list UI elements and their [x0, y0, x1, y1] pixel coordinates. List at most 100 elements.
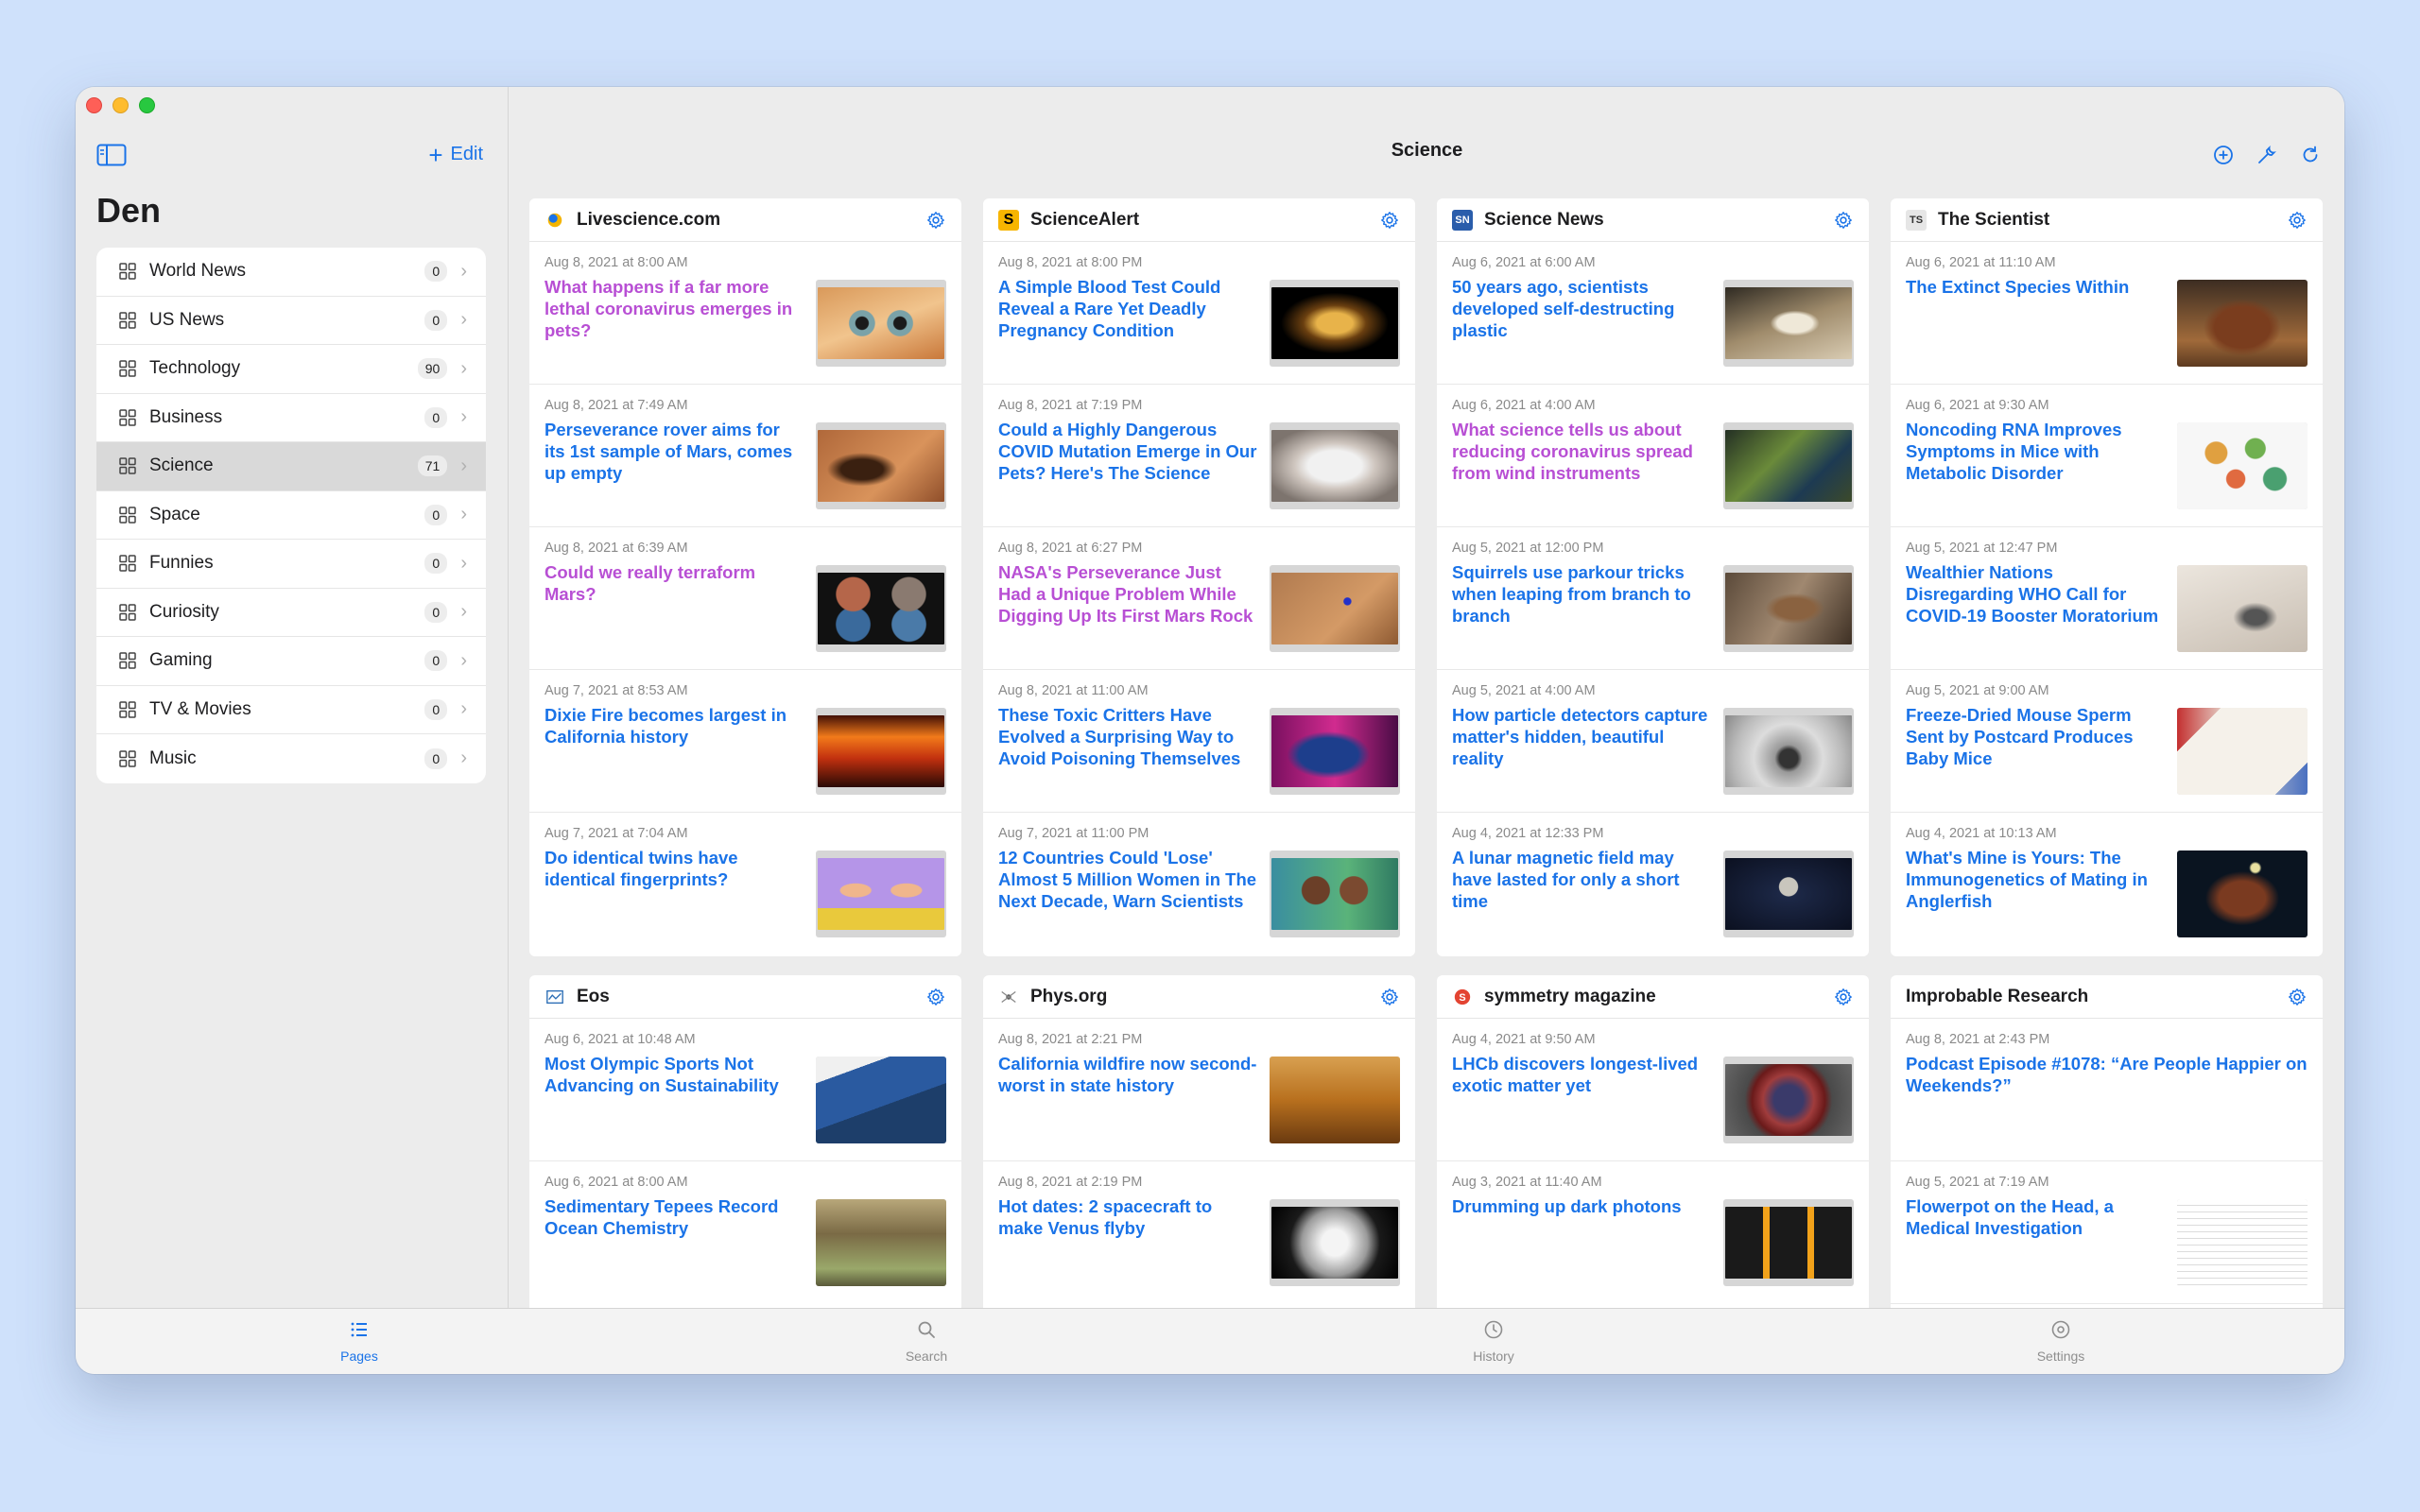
- gear-icon[interactable]: [2287, 210, 2308, 231]
- article-item[interactable]: Aug 6, 2021 at 11:10 AM The Extinct Speci…: [1891, 242, 2323, 385]
- unread-count-badge: 0: [424, 309, 448, 331]
- article-headline[interactable]: A lunar magnetic field may have lasted f…: [1452, 847, 1712, 912]
- article-item[interactable]: Aug 5, 2021 at 7:19 AM Flowerpot on the H…: [1891, 1161, 2323, 1304]
- sidebar-item-us-news[interactable]: US News 0 ›: [96, 297, 486, 345]
- article-item[interactable]: Aug 4, 2021 at 9:50 AM LHCb discovers lon…: [1437, 1019, 1869, 1161]
- gear-icon[interactable]: [1379, 210, 1400, 231]
- article-headline[interactable]: Podcast Episode #1078: “Are People Happi…: [1906, 1053, 2308, 1096]
- article-item[interactable]: Aug 8, 2021 at 2:43 PM Podcast Episode #1…: [1891, 1019, 2323, 1161]
- article-headline[interactable]: What's Mine is Yours: The Immunogenetics…: [1906, 847, 2166, 912]
- sidebar-item-label: Business: [149, 406, 223, 427]
- gear-icon[interactable]: [925, 210, 946, 231]
- gear-icon[interactable]: [1833, 210, 1854, 231]
- gear-icon[interactable]: [2287, 987, 2308, 1007]
- gear-icon[interactable]: [1379, 987, 1400, 1007]
- article-item[interactable]: Aug 8, 2021 at 11:00 AM These Toxic Critt…: [983, 670, 1415, 813]
- sidebar-item-science[interactable]: Science 71 ›: [96, 442, 486, 491]
- article-headline[interactable]: Wealthier Nations Disregarding WHO Call …: [1906, 561, 2166, 627]
- sidebar-item-tv-movies[interactable]: TV & Movies 0 ›: [96, 686, 486, 734]
- article-headline[interactable]: What happens if a far more lethal corona…: [544, 276, 804, 341]
- article-headline[interactable]: How particle detectors capture matter's …: [1452, 704, 1712, 769]
- article-item[interactable]: Aug 3, 2021 at 11:40 AM Drumming up dark …: [1437, 1161, 1869, 1304]
- article-headline[interactable]: Could we really terraform Mars?: [544, 561, 804, 605]
- sidebar-item-funnies[interactable]: Funnies 0 ›: [96, 540, 486, 589]
- article-date: Aug 6, 2021 at 4:00 AM: [1452, 398, 1596, 413]
- article-headline[interactable]: What science tells us about reducing cor…: [1452, 419, 1712, 484]
- refresh-icon[interactable]: [2299, 144, 2322, 166]
- article-headline[interactable]: Noncoding RNA Improves Symptoms in Mice …: [1906, 419, 2166, 484]
- wrench-icon[interactable]: [2256, 144, 2278, 166]
- article-headline[interactable]: LHCb discovers longest-lived exotic matt…: [1452, 1053, 1712, 1096]
- article-headline[interactable]: Flowerpot on the Head, a Medical Investi…: [1906, 1195, 2166, 1239]
- tab-label: Pages: [340, 1349, 378, 1364]
- sidebar-item-space[interactable]: Space 0 ›: [96, 491, 486, 540]
- sidebar-toggle-icon[interactable]: [96, 144, 127, 166]
- window-controls: [86, 97, 155, 113]
- tab-pages[interactable]: Pages: [76, 1309, 643, 1374]
- article-item[interactable]: Aug 8, 2021 at 6:27 PM NASA's Perseveranc…: [983, 527, 1415, 670]
- sidebar-item-music[interactable]: Music 0 ›: [96, 734, 486, 783]
- article-item[interactable]: Aug 8, 2021 at 8:00 AM What happens if a …: [529, 242, 961, 385]
- article-item[interactable]: Aug 6, 2021 at 10:48 AM Most Olympic Spor…: [529, 1019, 961, 1161]
- gear-icon[interactable]: [925, 987, 946, 1007]
- tab-search[interactable]: Search: [643, 1309, 1210, 1374]
- article-item[interactable]: Aug 8, 2021 at 7:19 PM Could a Highly Dan…: [983, 385, 1415, 527]
- chevron-right-icon: ›: [460, 309, 467, 331]
- article-item[interactable]: Aug 5, 2021 at 4:00 AM How particle detec…: [1437, 670, 1869, 813]
- sidebar-item-curiosity[interactable]: Curiosity 0 ›: [96, 589, 486, 637]
- article-headline[interactable]: These Toxic Critters Have Evolved a Surp…: [998, 704, 1258, 769]
- article-headline[interactable]: Dixie Fire becomes largest in California…: [544, 704, 804, 747]
- article-item[interactable]: Aug 6, 2021 at 4:00 AM What science tells…: [1437, 385, 1869, 527]
- minimize-window-button[interactable]: [112, 97, 129, 113]
- article-item[interactable]: Aug 8, 2021 at 7:49 AM Perseverance rover…: [529, 385, 961, 527]
- article-headline[interactable]: The Extinct Species Within: [1906, 276, 2166, 298]
- article-headline[interactable]: Hot dates: 2 spacecraft to make Venus fl…: [998, 1195, 1258, 1239]
- article-headline[interactable]: NASA's Perseverance Just Had a Unique Pr…: [998, 561, 1258, 627]
- feed-card: Ssymmetry magazine Aug 4, 2021 at 9:50 AM…: [1437, 975, 1869, 1308]
- article-headline[interactable]: Perseverance rover aims for its 1st samp…: [544, 419, 804, 484]
- unread-count-badge: 0: [424, 650, 448, 672]
- add-circle-icon[interactable]: [2212, 144, 2235, 166]
- gear-icon[interactable]: [1833, 987, 1854, 1007]
- article-headline[interactable]: Freeze-Dried Mouse Sperm Sent by Postcar…: [1906, 704, 2166, 769]
- sidebar-item-gaming[interactable]: Gaming 0 ›: [96, 637, 486, 686]
- article-headline[interactable]: 12 Countries Could 'Lose' Almost 5 Milli…: [998, 847, 1258, 912]
- tab-settings[interactable]: Settings: [1777, 1309, 2344, 1374]
- sidebar-item-world-news[interactable]: World News 0 ›: [96, 248, 486, 297]
- article-headline[interactable]: Sedimentary Tepees Record Ocean Chemistr…: [544, 1195, 804, 1239]
- article-item[interactable]: Aug 8, 2021 at 2:21 PM California wildfir…: [983, 1019, 1415, 1161]
- zoom-window-button[interactable]: [139, 97, 155, 113]
- article-item[interactable]: Aug 5, 2021 at 9:00 AM Freeze-Dried Mouse…: [1891, 670, 2323, 813]
- article-headline[interactable]: Squirrels use parkour tricks when leapin…: [1452, 561, 1712, 627]
- sidebar-item-business[interactable]: Business 0 ›: [96, 394, 486, 442]
- thumbnail-image: [2177, 565, 2308, 652]
- grid-icon: [119, 652, 136, 669]
- article-headline[interactable]: A Simple Blood Test Could Reveal a Rare …: [998, 276, 1258, 341]
- article-thumbnail: [1270, 1199, 1400, 1286]
- article-headline[interactable]: Do identical twins have identical finger…: [544, 847, 804, 890]
- article-item[interactable]: Aug 8, 2021 at 8:00 PM A Simple Blood Tes…: [983, 242, 1415, 385]
- close-window-button[interactable]: [86, 97, 102, 113]
- article-item[interactable]: Aug 8, 2021 at 6:39 AM Could we really te…: [529, 527, 961, 670]
- article-item[interactable]: Aug 4, 2021 at 12:33 PM A lunar magnetic …: [1437, 813, 1869, 955]
- article-headline[interactable]: California wildfire now second-worst in …: [998, 1053, 1258, 1096]
- article-item[interactable]: Aug 7, 2021 at 8:53 AM Dixie Fire becomes…: [529, 670, 961, 813]
- sidebar-item-technology[interactable]: Technology 90 ›: [96, 345, 486, 394]
- edit-button[interactable]: + Edit: [428, 143, 483, 167]
- article-item[interactable]: Aug 6, 2021 at 6:00 AM 50 years ago, scie…: [1437, 242, 1869, 385]
- article-item[interactable]: Aug 5, 2021 at 12:00 PM Squirrels use par…: [1437, 527, 1869, 670]
- article-item[interactable]: Aug 4, 2021 at 10:13 AM What's Mine is Yo…: [1891, 813, 2323, 955]
- article-item[interactable]: Aug 6, 2021 at 9:30 AM Noncoding RNA Impr…: [1891, 385, 2323, 527]
- feed-card-header: TS The Scientist: [1891, 198, 2323, 242]
- tab-history[interactable]: History: [1210, 1309, 1777, 1374]
- article-item[interactable]: Aug 7, 2021 at 7:04 AM Do identical twins…: [529, 813, 961, 955]
- article-headline[interactable]: Could a Highly Dangerous COVID Mutation …: [998, 419, 1258, 484]
- article-date: Aug 4, 2021 at 9:50 AM: [1452, 1032, 1596, 1047]
- article-item[interactable]: Aug 8, 2021 at 2:19 PM Hot dates: 2 space…: [983, 1161, 1415, 1304]
- article-item[interactable]: Aug 6, 2021 at 8:00 AM Sedimentary Tepees…: [529, 1161, 961, 1304]
- article-headline[interactable]: Most Olympic Sports Not Advancing on Sus…: [544, 1053, 804, 1096]
- article-item[interactable]: Aug 7, 2021 at 11:00 PM 12 Countries Coul…: [983, 813, 1415, 955]
- article-headline[interactable]: 50 years ago, scientists developed self-…: [1452, 276, 1712, 341]
- article-headline[interactable]: Drumming up dark photons: [1452, 1195, 1712, 1217]
- article-item[interactable]: Aug 5, 2021 at 12:47 PM Wealthier Nations…: [1891, 527, 2323, 670]
